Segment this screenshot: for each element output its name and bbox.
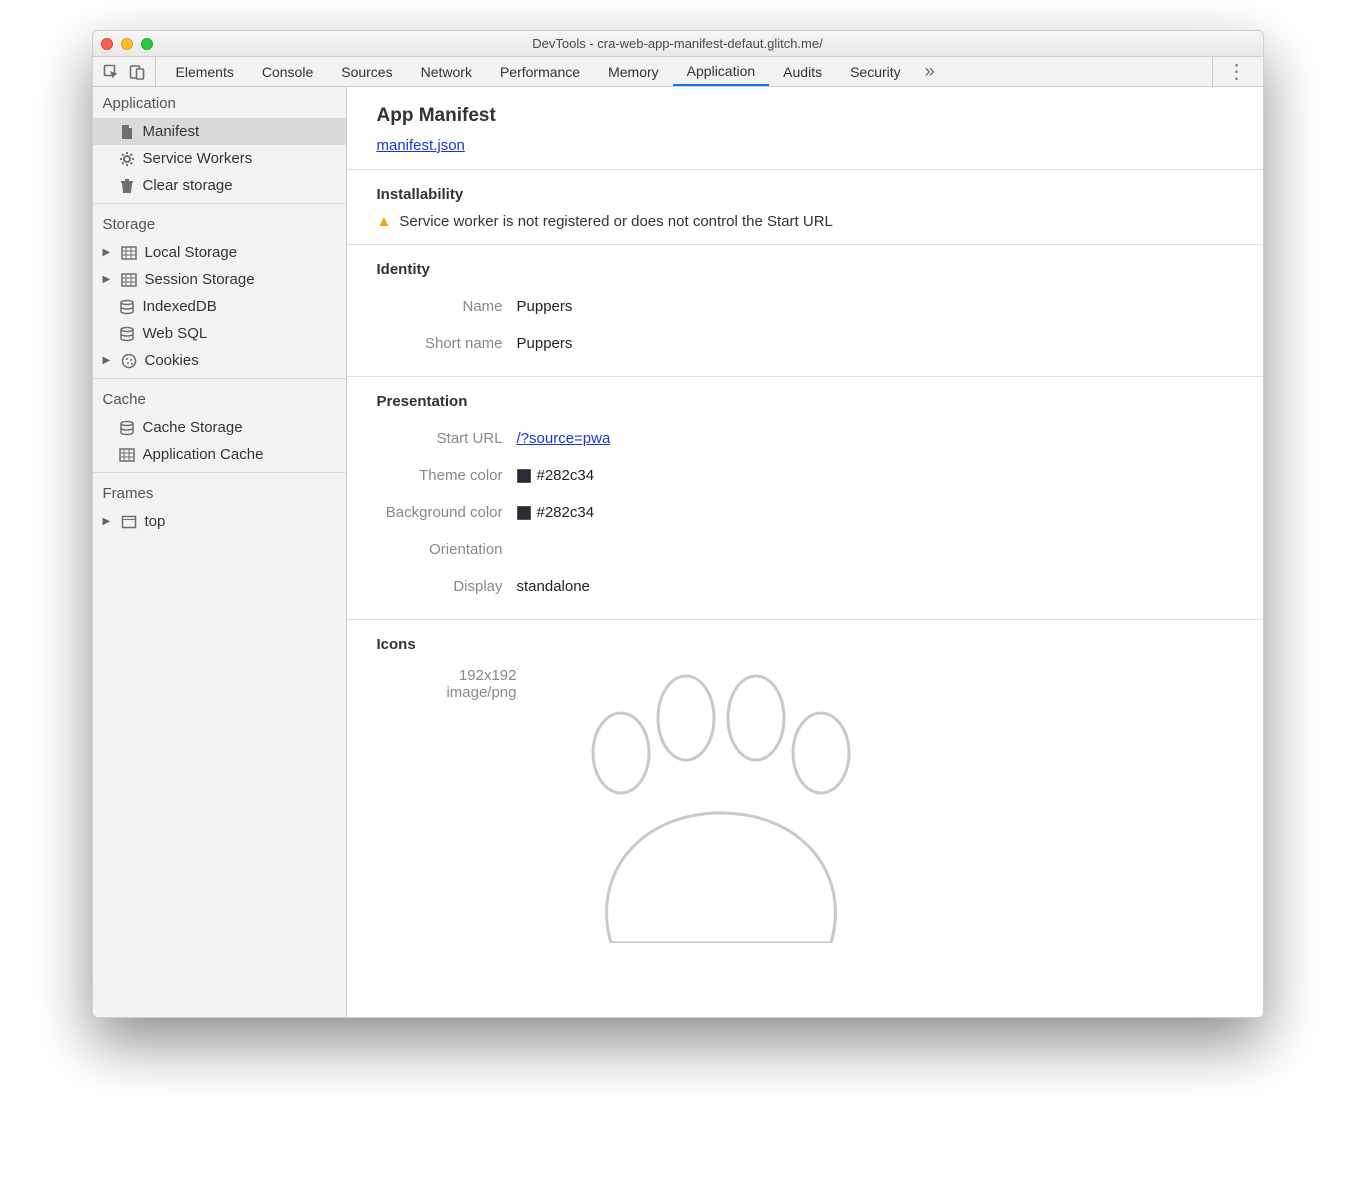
presentation-section: Presentation Start URL /?source=pwa Them… bbox=[347, 376, 1263, 619]
grid-icon bbox=[119, 447, 135, 463]
sidebar-item-cookies[interactable]: ▶ Cookies bbox=[93, 347, 346, 374]
sidebar-item-label: Web SQL bbox=[143, 325, 208, 342]
bg-color-swatch bbox=[517, 506, 531, 520]
start-url-link[interactable]: /?source=pwa bbox=[517, 430, 611, 447]
sidebar-item-label: Service Workers bbox=[143, 150, 253, 167]
grid-icon bbox=[121, 245, 137, 261]
sidebar-item-label: Session Storage bbox=[145, 271, 255, 288]
tab-performance[interactable]: Performance bbox=[486, 57, 594, 86]
disclosure-triangle-icon[interactable]: ▶ bbox=[103, 274, 113, 285]
icon-meta: 192x192 image/png bbox=[377, 663, 517, 701]
icons-section: Icons 192x192 image/png bbox=[347, 619, 1263, 962]
tab-console[interactable]: Console bbox=[248, 57, 327, 86]
cookie-icon bbox=[121, 353, 137, 369]
manifest-link[interactable]: manifest.json bbox=[377, 137, 465, 154]
section-heading: Presentation bbox=[377, 393, 1233, 410]
app-icon-preview bbox=[531, 663, 891, 948]
identity-short-name-value: Puppers bbox=[517, 335, 573, 352]
page-title: App Manifest bbox=[377, 105, 1233, 127]
section-heading: Identity bbox=[377, 261, 1233, 278]
file-icon bbox=[119, 124, 135, 140]
sidebar-item-label: Cookies bbox=[145, 352, 199, 369]
application-sidebar: Application Manifest Service Workers Cle… bbox=[93, 87, 347, 1017]
sidebar-item-manifest[interactable]: Manifest bbox=[93, 118, 346, 145]
sidebar-item-websql[interactable]: Web SQL bbox=[93, 320, 346, 347]
sidebar-item-top-frame[interactable]: ▶ top bbox=[93, 508, 346, 535]
theme-color-swatch bbox=[517, 469, 531, 483]
orientation-label: Orientation bbox=[377, 541, 517, 558]
sidebar-item-label: Clear storage bbox=[143, 177, 233, 194]
installability-section: Installability ▲ Service worker is not r… bbox=[347, 169, 1263, 244]
sidebar-item-clear-storage[interactable]: Clear storage bbox=[93, 172, 346, 199]
tab-application[interactable]: Application bbox=[673, 57, 770, 86]
sidebar-item-cache-storage[interactable]: Cache Storage bbox=[93, 414, 346, 441]
toggle-device-icon[interactable] bbox=[129, 64, 145, 80]
disclosure-triangle-icon[interactable]: ▶ bbox=[103, 247, 113, 258]
sidebar-item-label: IndexedDB bbox=[143, 298, 217, 315]
db-icon bbox=[119, 420, 135, 436]
start-url-label: Start URL bbox=[377, 430, 517, 447]
window-title: DevTools - cra-web-app-manifest-defaut.g… bbox=[93, 36, 1263, 51]
sidebar-item-label: top bbox=[145, 513, 166, 530]
devtools-toolbar: Elements Console Sources Network Perform… bbox=[93, 57, 1263, 87]
grid-icon bbox=[121, 272, 137, 288]
section-heading: Installability bbox=[377, 186, 1233, 203]
tab-security[interactable]: Security bbox=[836, 57, 915, 86]
tab-audits[interactable]: Audits bbox=[769, 57, 836, 86]
identity-section: Identity Name Puppers Short name Puppers bbox=[347, 244, 1263, 376]
sidebar-item-local-storage[interactable]: ▶ Local Storage bbox=[93, 239, 346, 266]
sidebar-section-application: Application bbox=[93, 87, 346, 118]
icon-mime: image/png bbox=[377, 684, 517, 701]
frame-icon bbox=[121, 514, 137, 530]
devtools-window: DevTools - cra-web-app-manifest-defaut.g… bbox=[92, 30, 1264, 1018]
sidebar-section-frames: Frames bbox=[93, 477, 346, 508]
panel-tabs: Elements Console Sources Network Perform… bbox=[156, 57, 951, 86]
tab-sources[interactable]: Sources bbox=[327, 57, 406, 86]
manifest-content: App Manifest manifest.json Installabilit… bbox=[347, 87, 1263, 1017]
inspect-element-icon[interactable] bbox=[103, 64, 119, 80]
bg-color-value: #282c34 bbox=[537, 504, 595, 521]
db-icon bbox=[119, 326, 135, 342]
theme-color-label: Theme color bbox=[377, 467, 517, 484]
section-heading: Icons bbox=[377, 636, 1233, 653]
trash-icon bbox=[119, 178, 135, 194]
sidebar-item-service-workers[interactable]: Service Workers bbox=[93, 145, 346, 172]
sidebar-item-label: Manifest bbox=[143, 123, 200, 140]
sidebar-item-label: Cache Storage bbox=[143, 419, 243, 436]
display-label: Display bbox=[377, 578, 517, 595]
db-icon bbox=[119, 299, 135, 315]
titlebar: DevTools - cra-web-app-manifest-defaut.g… bbox=[93, 31, 1263, 57]
display-value: standalone bbox=[517, 578, 590, 595]
identity-short-name-label: Short name bbox=[377, 335, 517, 352]
warning-icon: ▲ bbox=[377, 213, 392, 230]
theme-color-value: #282c34 bbox=[537, 467, 595, 484]
icon-size: 192x192 bbox=[377, 667, 517, 684]
installability-warning: Service worker is not registered or does… bbox=[399, 213, 833, 230]
tab-elements[interactable]: Elements bbox=[162, 57, 248, 86]
sidebar-item-label: Local Storage bbox=[145, 244, 238, 261]
sidebar-section-cache: Cache bbox=[93, 383, 346, 414]
identity-name-label: Name bbox=[377, 298, 517, 315]
disclosure-triangle-icon[interactable]: ▶ bbox=[103, 355, 113, 366]
sidebar-item-indexeddb[interactable]: IndexedDB bbox=[93, 293, 346, 320]
kebab-menu-icon[interactable]: ⋮ bbox=[1212, 57, 1263, 86]
bg-color-label: Background color bbox=[377, 504, 517, 521]
tab-network[interactable]: Network bbox=[407, 57, 486, 86]
tab-memory[interactable]: Memory bbox=[594, 57, 673, 86]
sidebar-section-storage: Storage bbox=[93, 208, 346, 239]
sidebar-item-label: Application Cache bbox=[143, 446, 264, 463]
disclosure-triangle-icon[interactable]: ▶ bbox=[103, 516, 113, 527]
tabs-overflow-button[interactable]: » bbox=[915, 57, 945, 86]
gear-icon bbox=[119, 151, 135, 167]
sidebar-item-application-cache[interactable]: Application Cache bbox=[93, 441, 346, 468]
sidebar-item-session-storage[interactable]: ▶ Session Storage bbox=[93, 266, 346, 293]
identity-name-value: Puppers bbox=[517, 298, 573, 315]
